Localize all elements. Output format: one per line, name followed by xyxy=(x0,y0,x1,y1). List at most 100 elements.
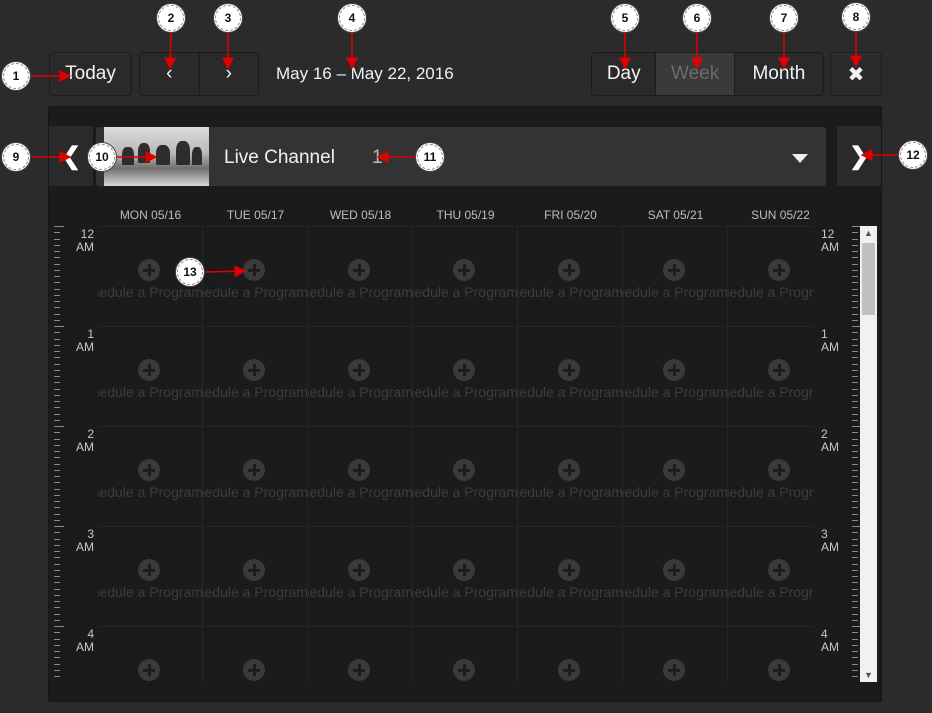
week-grid: Schedule a ProgramSchedule a ProgramSche… xyxy=(98,226,814,682)
grid-scrollbar[interactable]: ▲ ▼ xyxy=(860,226,877,682)
callout-10: 10 xyxy=(87,142,117,172)
add-program-icon[interactable] xyxy=(453,459,475,481)
schedule-slot[interactable]: Schedule a Program xyxy=(623,227,728,327)
schedule-slot[interactable]: Schedule a Program xyxy=(623,627,728,682)
add-program-icon[interactable] xyxy=(138,459,160,481)
schedule-slot[interactable]: Schedule a Program xyxy=(308,527,413,627)
ruler-tick xyxy=(54,526,64,527)
schedule-slot[interactable]: Schedule a Program xyxy=(413,627,518,682)
add-program-icon[interactable] xyxy=(243,259,265,281)
schedule-slot[interactable]: Schedule a Program xyxy=(203,327,308,427)
schedule-slot[interactable]: Schedule a Program xyxy=(308,327,413,427)
add-program-icon[interactable] xyxy=(558,559,580,581)
ruler-tick xyxy=(54,338,60,340)
schedule-slot[interactable]: Schedule a Program xyxy=(728,227,814,327)
next-week-button[interactable]: › xyxy=(199,53,258,95)
add-program-icon[interactable] xyxy=(348,359,370,381)
add-program-icon[interactable] xyxy=(453,359,475,381)
add-program-icon[interactable] xyxy=(663,459,685,481)
ruler-tick xyxy=(852,594,858,596)
add-program-icon[interactable] xyxy=(558,259,580,281)
schedule-slot[interactable]: Schedule a Program xyxy=(98,327,203,427)
schedule-slot[interactable]: Schedule a Program xyxy=(413,327,518,427)
schedule-slot[interactable]: Schedule a Program xyxy=(203,427,308,527)
add-program-icon[interactable] xyxy=(453,659,475,681)
schedule-slot[interactable]: Schedule a Program xyxy=(623,527,728,627)
schedule-slot[interactable]: Schedule a Program xyxy=(98,527,203,627)
add-program-icon[interactable] xyxy=(453,259,475,281)
add-program-icon[interactable] xyxy=(663,559,685,581)
add-program-icon[interactable] xyxy=(768,559,790,581)
view-week-button[interactable]: Week xyxy=(656,53,735,95)
schedule-slot[interactable]: Schedule a Program xyxy=(728,327,814,427)
add-program-icon[interactable] xyxy=(768,359,790,381)
add-program-icon[interactable] xyxy=(243,659,265,681)
schedule-slot[interactable]: Schedule a Program xyxy=(518,227,623,327)
add-program-icon[interactable] xyxy=(453,559,475,581)
add-program-icon[interactable] xyxy=(243,559,265,581)
ruler-tick xyxy=(852,582,858,584)
add-program-icon[interactable] xyxy=(768,259,790,281)
schedule-slot[interactable]: Schedule a Program xyxy=(308,427,413,527)
schedule-slot[interactable]: Schedule a Program xyxy=(728,527,814,627)
schedule-slot[interactable]: Schedule a Program xyxy=(98,427,203,527)
add-program-icon[interactable] xyxy=(768,659,790,681)
ruler-tick xyxy=(54,382,60,384)
add-program-icon[interactable] xyxy=(663,659,685,681)
schedule-slot[interactable]: Schedule a Program xyxy=(518,527,623,627)
add-program-icon[interactable] xyxy=(138,559,160,581)
ruler-tick xyxy=(852,307,858,309)
add-program-icon[interactable] xyxy=(348,559,370,581)
add-program-icon[interactable] xyxy=(348,659,370,681)
schedule-slot-label: Schedule a Program xyxy=(518,284,623,300)
add-program-icon[interactable] xyxy=(558,359,580,381)
callout-13: 13 xyxy=(175,257,205,287)
close-button[interactable]: ✖ xyxy=(830,52,882,96)
schedule-slot[interactable]: Schedule a Program xyxy=(518,327,623,427)
schedule-slot[interactable]: Schedule a Program xyxy=(623,327,728,427)
add-program-icon[interactable] xyxy=(138,359,160,381)
schedule-slot[interactable]: Schedule a Program xyxy=(308,227,413,327)
today-button[interactable]: Today xyxy=(49,52,132,96)
schedule-slot[interactable]: Schedule a Program xyxy=(623,427,728,527)
schedule-slot[interactable]: Schedule a Program xyxy=(413,227,518,327)
scroll-up-arrow-icon[interactable]: ▲ xyxy=(860,226,877,240)
schedule-slot[interactable]: Schedule a Program xyxy=(518,627,623,682)
schedule-slot[interactable]: Schedule a Program xyxy=(413,527,518,627)
ruler-tick xyxy=(54,326,64,327)
schedule-slot[interactable]: Schedule a Program xyxy=(203,627,308,682)
view-day-button[interactable]: Day xyxy=(592,53,657,95)
day-header: SAT 05/21 xyxy=(647,208,704,222)
add-program-icon[interactable] xyxy=(138,259,160,281)
ruler-tick xyxy=(852,651,858,652)
schedule-slot[interactable]: Schedule a Program xyxy=(203,527,308,627)
view-month-button[interactable]: Month xyxy=(734,53,823,95)
next-channel-button[interactable]: ❯ xyxy=(837,126,881,186)
add-program-icon[interactable] xyxy=(558,659,580,681)
schedule-slot[interactable]: Schedule a Program xyxy=(203,227,308,327)
add-program-icon[interactable] xyxy=(558,459,580,481)
add-program-icon[interactable] xyxy=(348,259,370,281)
add-program-icon[interactable] xyxy=(768,459,790,481)
schedule-slot[interactable]: Schedule a Program xyxy=(518,427,623,527)
schedule-slot[interactable]: Schedule a Program xyxy=(728,627,814,682)
ruler-tick xyxy=(852,663,858,665)
prev-week-button[interactable]: ‹ xyxy=(140,53,200,95)
dropdown-caret-icon[interactable] xyxy=(792,154,808,163)
scroll-down-arrow-icon[interactable]: ▼ xyxy=(860,668,877,682)
channel-selector[interactable]: Live Channel 1 xyxy=(96,127,826,186)
add-program-icon[interactable] xyxy=(243,359,265,381)
schedule-slot[interactable]: Schedule a Program xyxy=(98,627,203,682)
add-program-icon[interactable] xyxy=(243,459,265,481)
hour-ampm: AM xyxy=(821,240,839,254)
add-program-icon[interactable] xyxy=(138,659,160,681)
hour-label: 2 AM xyxy=(74,428,94,454)
scroll-thumb[interactable] xyxy=(862,243,875,315)
hour-label: 1 AM xyxy=(821,328,841,354)
schedule-slot[interactable]: Schedule a Program xyxy=(413,427,518,527)
schedule-slot[interactable]: Schedule a Program xyxy=(308,627,413,682)
add-program-icon[interactable] xyxy=(663,359,685,381)
add-program-icon[interactable] xyxy=(348,459,370,481)
schedule-slot[interactable]: Schedule a Program xyxy=(728,427,814,527)
add-program-icon[interactable] xyxy=(663,259,685,281)
